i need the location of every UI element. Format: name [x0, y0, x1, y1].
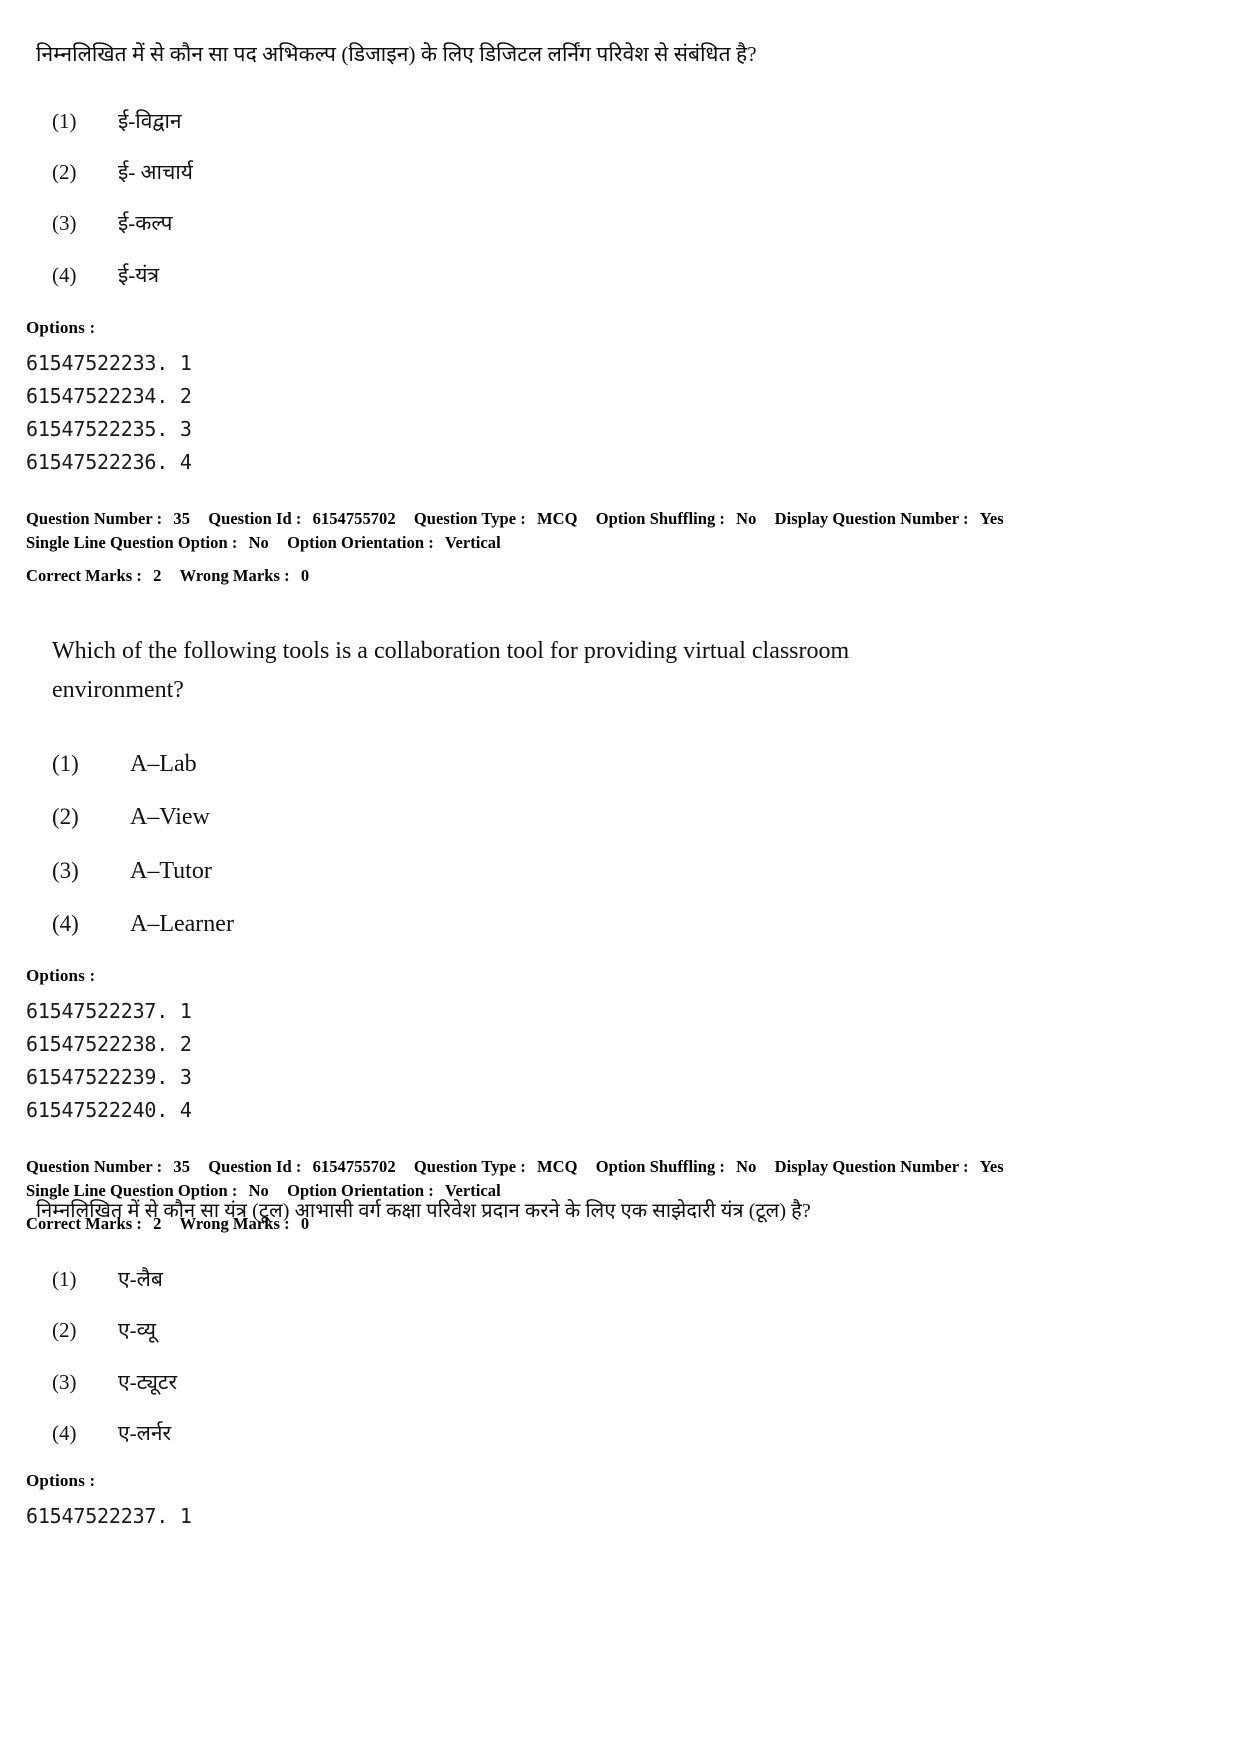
metadata-line-2: Single Line Question Option : No Option … [26, 531, 1240, 554]
question-id-label: Question Id : [208, 509, 302, 529]
option-id: 61547522237. 1 [26, 999, 192, 1024]
option-text: ए-व्यू [118, 1318, 156, 1343]
question-number-label: Question Number : [26, 509, 163, 529]
option-row[interactable]: (4) ई-यंत्र [0, 261, 1240, 290]
exam-page: निम्नलिखित में से कौन सा पद अभिकल्प (डिज… [0, 0, 1240, 1754]
option-id: 61547522233. 1 [26, 351, 192, 376]
option-row[interactable]: (2) ए-व्यू [0, 1316, 1240, 1345]
metadata-line-1: Question Number : 35 Question Id : 61547… [26, 507, 1240, 530]
question-text-english-line1: Which of the following tools is a collab… [52, 638, 850, 664]
option-shuffling-label: Option Shuffling : [595, 1157, 725, 1177]
option-number: (2) [52, 804, 79, 830]
question-block-hindi-bottom: निम्नलिखित में से कौन सा यंत्र (टूल) आभा… [0, 1196, 1240, 1533]
option-row[interactable]: (4) A–Learner [0, 908, 1240, 940]
option-row[interactable]: (1) ई-विद्वान [0, 107, 1240, 136]
options-heading: Options : [26, 318, 96, 338]
display-question-number-value: Yes [979, 509, 1004, 529]
option-row[interactable]: (1) A–Lab [0, 748, 1240, 780]
option-number: (4) [52, 1421, 77, 1446]
option-row[interactable]: (3) A–Tutor [0, 855, 1240, 887]
option-row[interactable]: (4) ए-लर्नर [0, 1419, 1240, 1448]
question-type-label: Question Type : [413, 1157, 526, 1177]
question-block-english: Which of the following tools is a collab… [0, 632, 1240, 1236]
option-number: (1) [52, 1267, 77, 1291]
option-orientation-label: Option Orientation : [287, 532, 434, 552]
question-id-value: 6154755702 [312, 1157, 396, 1177]
option-id-list-english: 61547522237. 1 61547522238. 2 6154752223… [0, 995, 1240, 1127]
display-question-number-label: Display Question Number : [774, 1157, 969, 1177]
option-number: (3) [52, 211, 77, 236]
question-id-label: Question Id : [208, 1157, 302, 1177]
options-list-english: (1) A–Lab (2) A–View (3) A–Tutor (4) A–L… [0, 748, 1240, 941]
option-id: 61547522240. 4 [26, 1098, 192, 1123]
options-list-hindi-top: (1) ई-विद्वान (2) ई- आचार्य (3) ई-कल्प (… [0, 107, 1240, 291]
single-line-question-option-value: No [248, 532, 269, 552]
wrong-marks-value: 0 [300, 565, 310, 585]
question-text-english-line2: environment? [52, 676, 184, 703]
display-question-number-label: Display Question Number : [774, 509, 969, 529]
option-text: ई-विद्वान [118, 108, 182, 133]
option-shuffling-value: No [736, 509, 757, 529]
option-number: (2) [52, 1318, 77, 1343]
option-id: 61547522235. 3 [26, 417, 192, 442]
metadata-line-1: Question Number : 35 Question Id : 61547… [26, 1155, 1240, 1178]
option-orientation-value: Vertical [445, 532, 501, 552]
question-block-hindi-top: निम्नलिखित में से कौन सा पद अभिकल्प (डिज… [0, 38, 1240, 587]
option-text: A–Lab [130, 750, 197, 777]
option-text: A–Tutor [130, 857, 212, 884]
option-number: (1) [52, 108, 77, 133]
wrong-marks-label: Wrong Marks : [179, 565, 290, 585]
question-text-hindi-bottom: निम्नलिखित में से कौन सा यंत्र (टूल) आभा… [36, 1200, 811, 1222]
option-id-list-hindi-top: 61547522233. 1 61547522234. 2 6154752223… [0, 347, 1240, 479]
option-text: ए-लर्नर [118, 1421, 172, 1446]
option-text: A–Learner [130, 910, 234, 937]
question-text-english: Which of the following tools is a collab… [52, 632, 1062, 710]
question-type-value: MCQ [537, 509, 578, 529]
option-text: ई-कल्प [118, 211, 173, 236]
options-heading: Options : [26, 1470, 96, 1490]
question-number-value: 35 [173, 509, 191, 529]
option-row[interactable]: (1) ए-लैब [0, 1265, 1240, 1294]
option-row[interactable]: (2) ई- आचार्य [0, 158, 1240, 187]
option-id: 61547522237. 1 [26, 1503, 192, 1528]
option-text: ई- आचार्य [118, 159, 193, 184]
option-number: (4) [52, 910, 79, 936]
metadata-line-3: Correct Marks : 2 Wrong Marks : 0 [26, 564, 1240, 587]
option-number: (4) [52, 262, 77, 287]
question-type-label: Question Type : [413, 509, 526, 529]
display-question-number-value: Yes [979, 1157, 1004, 1177]
correct-marks-label: Correct Marks : [26, 565, 142, 585]
option-text: ई-यंत्र [118, 262, 160, 287]
question-type-value: MCQ [537, 1157, 578, 1177]
options-list-hindi-bottom: (1) ए-लैब (2) ए-व्यू (3) ए-ट्यूटर (4) ए-… [0, 1265, 1240, 1449]
options-heading: Options : [26, 966, 96, 986]
option-row[interactable]: (2) A–View [0, 801, 1240, 833]
option-row[interactable]: (3) ए-ट्यूटर [0, 1368, 1240, 1397]
option-text: ए-ट्यूटर [118, 1369, 178, 1394]
option-text: ए-लैब [118, 1267, 163, 1291]
option-number: (3) [52, 857, 79, 883]
correct-marks-value: 2 [153, 565, 162, 585]
option-id: 61547522239. 3 [26, 1065, 192, 1090]
question-number-label: Question Number : [26, 1157, 163, 1177]
question-number-value: 35 [173, 1157, 191, 1177]
option-id: 61547522238. 2 [26, 1032, 192, 1057]
option-number: (1) [52, 750, 79, 776]
metadata-spacer [0, 554, 1240, 564]
option-shuffling-value: No [736, 1157, 757, 1177]
option-number: (3) [52, 1369, 77, 1394]
option-id-list-hindi-bottom: 61547522237. 1 [0, 1500, 1240, 1533]
option-id: 61547522234. 2 [26, 384, 192, 409]
option-row[interactable]: (3) ई-कल्प [0, 209, 1240, 238]
option-number: (2) [52, 159, 77, 184]
question-id-value: 6154755702 [312, 509, 396, 529]
option-id: 61547522236. 4 [26, 450, 192, 475]
question-text-hindi-top: निम्नलिखित में से कौन सा पद अभिकल्प (डिज… [36, 42, 757, 66]
single-line-question-option-label: Single Line Question Option : [26, 532, 238, 552]
option-shuffling-label: Option Shuffling : [595, 509, 725, 529]
option-text: A–View [130, 804, 210, 831]
